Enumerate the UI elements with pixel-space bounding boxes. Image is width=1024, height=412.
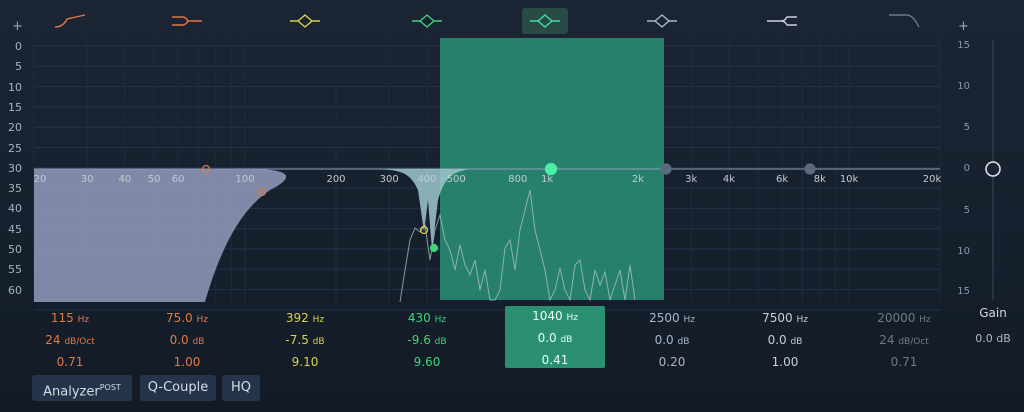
gain-slider-knob[interactable] bbox=[985, 161, 1001, 177]
eq-plugin-window: + + 0 5 10 15 20 25 30 35 40 45 50 55 60 15 10 5 0 5 10 15… bbox=[0, 0, 1024, 412]
band-freq[interactable]: 20000 Hz bbox=[854, 308, 954, 330]
band-4-node[interactable] bbox=[429, 243, 439, 253]
band-gain[interactable]: 24 dB/Oct bbox=[20, 330, 120, 352]
freq-label: 3k bbox=[685, 174, 698, 185]
band-gain[interactable]: -7.5 dB bbox=[255, 330, 355, 352]
band-5-params[interactable]: 1040 Hz 0.0 dB 0.41 bbox=[505, 306, 605, 368]
freq-label: 500 bbox=[446, 174, 466, 185]
freq-label: 20 bbox=[33, 174, 47, 185]
freq-label: 20k bbox=[922, 174, 942, 185]
band-freq[interactable]: 115 Hz bbox=[20, 308, 120, 330]
analyzer-post-badge: POST bbox=[99, 383, 121, 392]
band-4-params[interactable]: 430 Hz -9.6 dB 9.60 bbox=[377, 308, 477, 372]
band-gain[interactable]: 0.0 dB bbox=[137, 330, 237, 352]
band-1-params[interactable]: 115 Hz 24 dB/Oct 0.71 bbox=[20, 308, 120, 372]
analyzer-button[interactable]: AnalyzerPOST bbox=[32, 375, 132, 401]
band-5-node[interactable] bbox=[544, 162, 558, 176]
freq-label: 100 bbox=[235, 174, 255, 185]
freq-label: 800 bbox=[508, 174, 528, 185]
freq-label: 200 bbox=[326, 174, 346, 185]
band-7-node[interactable] bbox=[804, 163, 816, 175]
band-freq[interactable]: 7500 Hz bbox=[735, 308, 835, 330]
band-7-params[interactable]: 7500 Hz 0.0 dB 1.00 bbox=[735, 308, 835, 372]
q-couple-button[interactable]: Q-Couple bbox=[140, 375, 216, 401]
band-q[interactable]: 0.20 bbox=[622, 352, 722, 372]
band-q[interactable]: 0.71 bbox=[854, 352, 954, 372]
freq-label: 10k bbox=[839, 174, 859, 185]
band-q[interactable]: 1.00 bbox=[735, 352, 835, 372]
band-freq[interactable]: 430 Hz bbox=[377, 308, 477, 330]
gain-label: Gain bbox=[979, 306, 1007, 320]
band-q[interactable]: 1.00 bbox=[137, 352, 237, 372]
analyzer-label: Analyzer bbox=[43, 384, 100, 400]
band-q[interactable]: 0.71 bbox=[20, 352, 120, 372]
band-gain[interactable]: 24 dB/Oct bbox=[854, 330, 954, 352]
band-gain[interactable]: 0.0 dB bbox=[622, 330, 722, 352]
band-6-params[interactable]: 2500 Hz 0.0 dB 0.20 bbox=[622, 308, 722, 372]
band-freq[interactable]: 1040 Hz bbox=[505, 306, 605, 328]
band-3-params[interactable]: 392 Hz -7.5 dB 9.10 bbox=[255, 308, 355, 372]
band-q[interactable]: 0.41 bbox=[505, 350, 605, 370]
band-8-params[interactable]: 20000 Hz 24 dB/Oct 0.71 bbox=[854, 308, 954, 372]
freq-label: 300 bbox=[379, 174, 399, 185]
gain-value[interactable]: 0.0 dB bbox=[972, 332, 1014, 345]
band-6-node[interactable] bbox=[660, 163, 672, 175]
freq-label: 60 bbox=[171, 174, 185, 185]
low-cut-curve bbox=[34, 169, 287, 302]
hq-button[interactable]: HQ bbox=[222, 375, 260, 401]
freq-label: 2k bbox=[631, 174, 645, 185]
band-freq[interactable]: 392 Hz bbox=[255, 308, 355, 330]
freq-label: 40 bbox=[118, 174, 132, 185]
band-gain[interactable]: -9.6 dB bbox=[377, 330, 477, 352]
band-q[interactable]: 9.10 bbox=[255, 352, 355, 372]
freq-label: 6k bbox=[776, 174, 789, 185]
freq-label: 4k bbox=[722, 174, 735, 185]
band-q[interactable]: 9.60 bbox=[377, 352, 477, 372]
freq-label: 50 bbox=[147, 174, 161, 185]
freq-label: 8k bbox=[813, 174, 826, 185]
band-2-params[interactable]: 75.0 Hz 0.0 dB 1.00 bbox=[137, 308, 237, 372]
freq-label: 30 bbox=[80, 174, 94, 185]
band-gain[interactable]: 0.0 dB bbox=[735, 330, 835, 352]
band-gain[interactable]: 0.0 dB bbox=[505, 328, 605, 350]
band-freq[interactable]: 75.0 Hz bbox=[137, 308, 237, 330]
freq-label: 400 bbox=[417, 174, 437, 185]
freq-label: 1k bbox=[541, 174, 554, 185]
band-freq[interactable]: 2500 Hz bbox=[622, 308, 722, 330]
